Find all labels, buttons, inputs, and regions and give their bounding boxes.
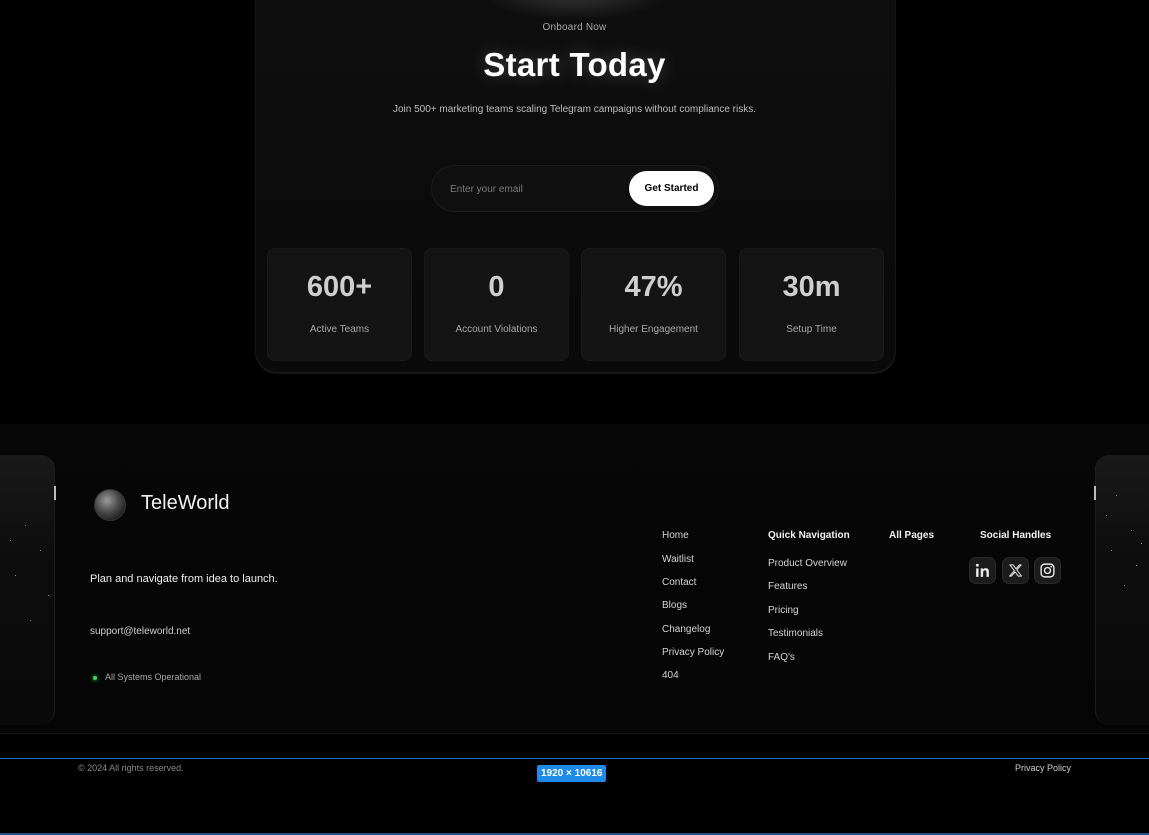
stat-card-active-teams: 600+ Active Teams	[267, 248, 412, 361]
guide-line	[0, 758, 1149, 759]
footer-link-changelog[interactable]: Changelog	[662, 624, 710, 635]
x-icon[interactable]	[1002, 557, 1029, 584]
social-handles-heading: Social Handles	[980, 530, 1052, 541]
cta-headline: Start Today	[483, 46, 666, 83]
footer-link-product-overview[interactable]: Product Overview	[768, 558, 847, 569]
stat-label: Active Teams	[309, 324, 370, 335]
system-status: All Systems Operational	[105, 672, 202, 682]
cta-eyebrow: Onboard Now	[542, 22, 607, 33]
email-input[interactable]	[450, 178, 620, 200]
decorative-side-panel-left	[0, 455, 55, 725]
cta-subline: Join 500+ marketing teams scaling Telegr…	[392, 104, 757, 115]
footer-link-home[interactable]: Home	[662, 530, 689, 541]
status-dot-icon	[93, 676, 97, 680]
footer-link-404[interactable]: 404	[662, 670, 679, 681]
panel-marker-left	[54, 486, 56, 500]
email-signup-form: Get Started	[431, 165, 719, 212]
footer-link-privacy-policy[interactable]: Privacy Policy	[662, 647, 724, 658]
stat-label: Higher Engagement	[609, 324, 698, 335]
instagram-icon[interactable]	[1034, 557, 1061, 584]
footer-link-waitlist[interactable]: Waitlist	[662, 554, 694, 565]
stat-value: 600+	[306, 271, 373, 303]
stat-label: Account Violations	[455, 324, 538, 335]
footer-link-features[interactable]: Features	[768, 581, 807, 592]
footer-link-pricing[interactable]: Pricing	[768, 605, 799, 616]
copyright-text: © 2024 All rights reserved.	[78, 763, 184, 773]
footer-divider	[0, 733, 1149, 734]
stat-value: 0	[488, 271, 505, 303]
stat-card-higher-engagement: 47% Higher Engagement	[581, 248, 726, 361]
footer-link-contact[interactable]: Contact	[662, 577, 696, 588]
quick-navigation-heading: Quick Navigation	[768, 530, 850, 541]
panel-marker-right	[1094, 486, 1096, 500]
support-email-link[interactable]: support@teleworld.net	[90, 626, 190, 637]
footer-link-faqs[interactable]: FAQ's	[768, 652, 795, 663]
brand-name: TeleWorld	[141, 492, 230, 514]
footer-link-blogs[interactable]: Blogs	[662, 600, 687, 611]
decorative-side-panel-right	[1095, 455, 1149, 725]
globe-logo-icon	[94, 489, 126, 521]
footer-tagline: Plan and navigate from idea to launch.	[90, 573, 278, 585]
stat-card-setup-time: 30m Setup Time	[739, 248, 884, 361]
stat-card-account-violations: 0 Account Violations	[424, 248, 569, 361]
stat-label: Setup Time	[786, 324, 837, 335]
footer-link-testimonials[interactable]: Testimonials	[768, 628, 823, 639]
linkedin-icon[interactable]	[969, 557, 996, 584]
dimensions-badge: 1920 × 10616	[537, 765, 607, 782]
stat-value: 47%	[624, 271, 683, 303]
bottom-privacy-policy-link[interactable]: Privacy Policy	[1015, 763, 1071, 773]
all-pages-heading: All Pages	[889, 530, 935, 541]
stat-value: 30m	[782, 271, 841, 303]
get-started-button[interactable]: Get Started	[629, 171, 714, 206]
